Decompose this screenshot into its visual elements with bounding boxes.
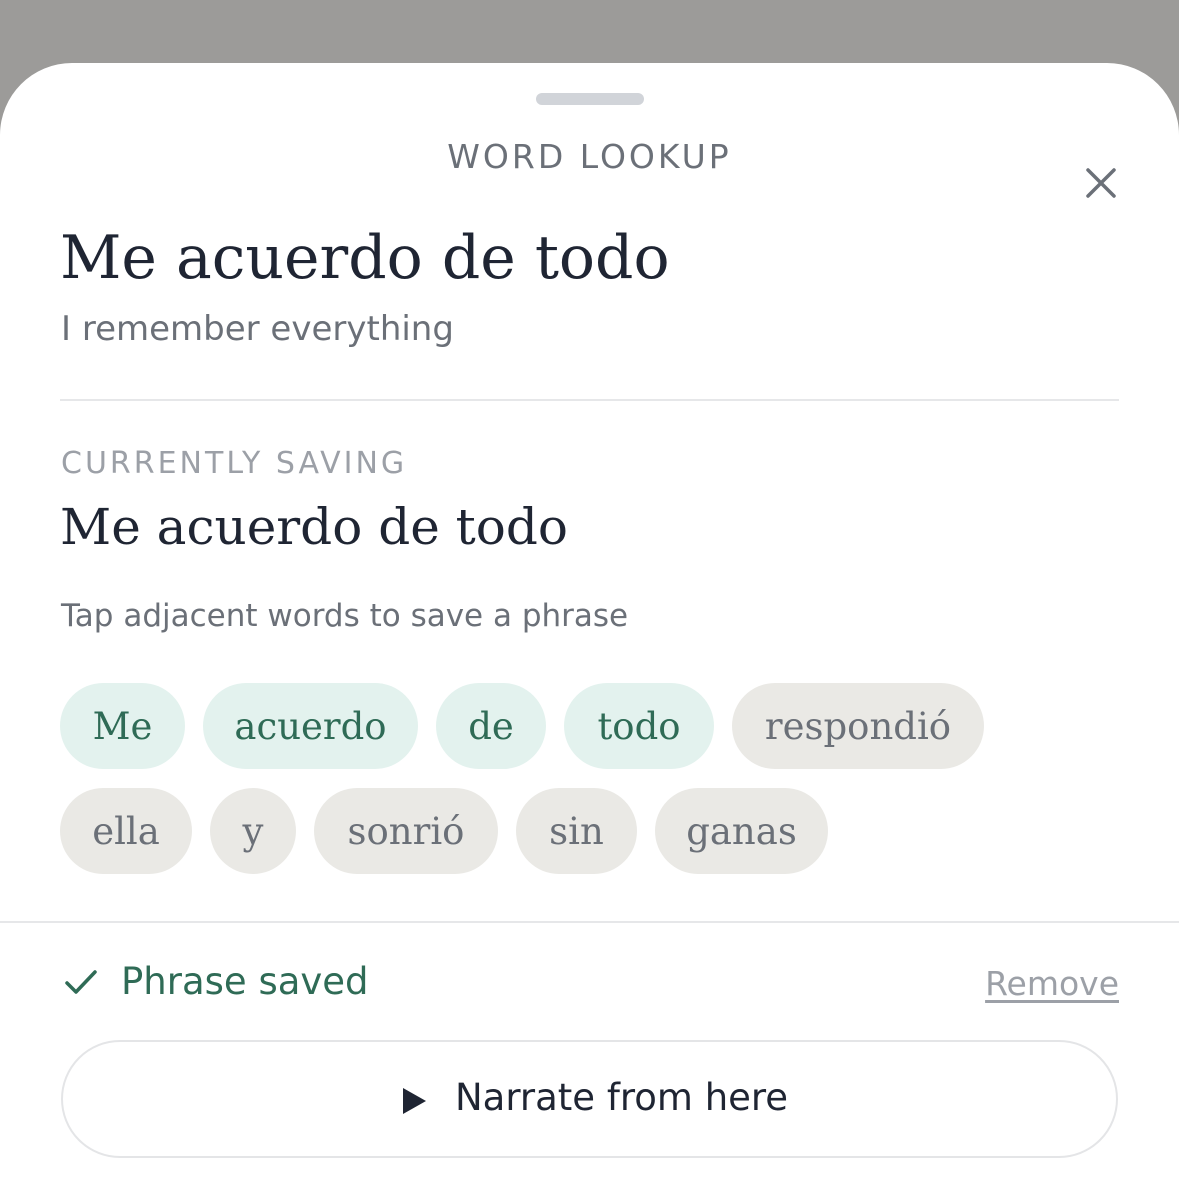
sheet-title: WORD LOOKUP <box>447 137 732 176</box>
translation: I remember everything <box>61 309 454 349</box>
check-icon <box>65 970 97 994</box>
word-chip-label: todo <box>597 704 681 748</box>
word-chip[interactable]: ganas <box>655 788 828 874</box>
word-chip-label: Me <box>92 704 153 748</box>
phrase-hint: Tap adjacent words to save a phrase <box>61 598 629 634</box>
saved-status-row: Phrase saved Remove <box>60 956 1119 1012</box>
close-button[interactable] <box>1076 159 1126 209</box>
phrase-saved-label: Phrase saved <box>121 960 369 1003</box>
word-chip[interactable]: Me <box>60 683 185 769</box>
close-icon <box>1086 168 1116 198</box>
narrate-from-here-button[interactable]: Narrate from here <box>61 1040 1118 1158</box>
word-chip[interactable]: de <box>436 683 546 769</box>
word-chip-label: ganas <box>686 809 797 853</box>
word-chip[interactable]: todo <box>564 683 714 769</box>
word-chip[interactable]: acuerdo <box>203 683 418 769</box>
sheet-grabber[interactable] <box>536 93 644 105</box>
word-lookup-sheet: WORD LOOKUP Me acuerdo de todo I remembe… <box>0 63 1179 1179</box>
word-chip-label: respondió <box>764 704 952 748</box>
word-chip-label: sonrió <box>347 809 465 853</box>
word-chip-label: de <box>468 704 514 748</box>
word-chip-label: y <box>242 809 264 853</box>
word-chip-label: sin <box>549 809 604 853</box>
narrate-button-label: Narrate from here <box>455 1076 789 1119</box>
section-label-currently-saving: CURRENTLY SAVING <box>61 446 408 481</box>
word-chip[interactable]: sonrió <box>314 788 498 874</box>
word-chip[interactable]: respondió <box>732 683 984 769</box>
word-chip[interactable]: ella <box>60 788 192 874</box>
remove-link[interactable]: Remove <box>985 964 1119 1003</box>
word-chip-label: acuerdo <box>234 704 387 748</box>
saving-phrase: Me acuerdo de todo <box>60 498 568 556</box>
word-chip[interactable]: y <box>210 788 296 874</box>
divider <box>60 399 1119 401</box>
divider <box>0 921 1179 923</box>
play-icon <box>403 1088 426 1114</box>
word-chip-label: ella <box>92 809 160 853</box>
headword: Me acuerdo de todo <box>60 223 670 293</box>
word-chip[interactable]: sin <box>516 788 637 874</box>
